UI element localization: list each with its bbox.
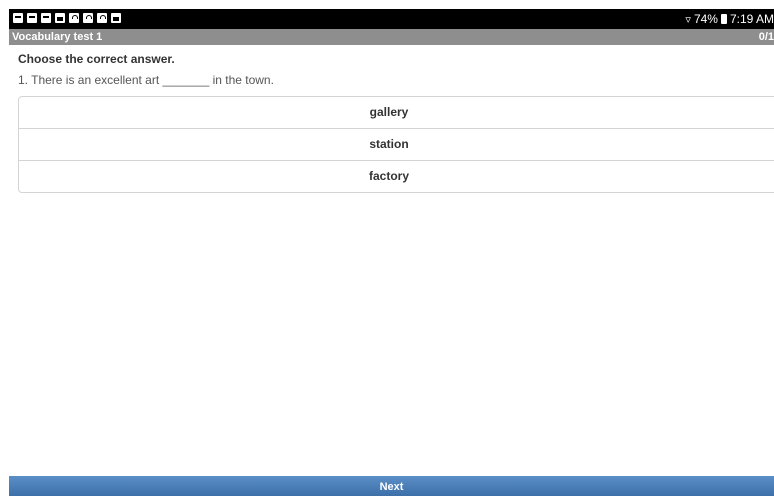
answer-options: gallery station factory	[18, 96, 774, 193]
answer-option-gallery[interactable]: gallery	[19, 97, 774, 129]
message-icon	[41, 13, 51, 23]
calendar-icon	[111, 13, 121, 23]
notification-icons	[13, 13, 121, 23]
clock: 7:19 AM	[729, 12, 774, 26]
status-bar: ▿ 74% 7:19 AM	[9, 9, 774, 29]
bag-icon	[83, 13, 93, 23]
photo-icon	[55, 13, 65, 23]
title-bar: Vocabulary test 1 0/1	[9, 29, 774, 45]
page-title: Vocabulary test 1	[12, 31, 103, 43]
status-right: ▿ 74% 7:19 AM	[685, 12, 774, 26]
battery-percent: 74%	[693, 12, 718, 26]
instruction-text: Choose the correct answer.	[18, 52, 175, 66]
message-icon	[27, 13, 37, 23]
answer-option-station[interactable]: station	[19, 129, 774, 161]
screen-frame-left	[0, 0, 9, 497]
score-counter: 0/1	[758, 31, 774, 43]
bag-icon	[97, 13, 107, 23]
bag-icon	[69, 13, 79, 23]
next-button[interactable]: Next	[9, 476, 774, 496]
battery-icon	[720, 14, 727, 24]
wifi-icon: ▿	[685, 13, 691, 26]
question-text: 1. There is an excellent art _______ in …	[18, 73, 274, 87]
screen-frame-top	[0, 0, 774, 9]
mail-icon	[13, 13, 23, 23]
answer-option-factory[interactable]: factory	[19, 161, 774, 192]
